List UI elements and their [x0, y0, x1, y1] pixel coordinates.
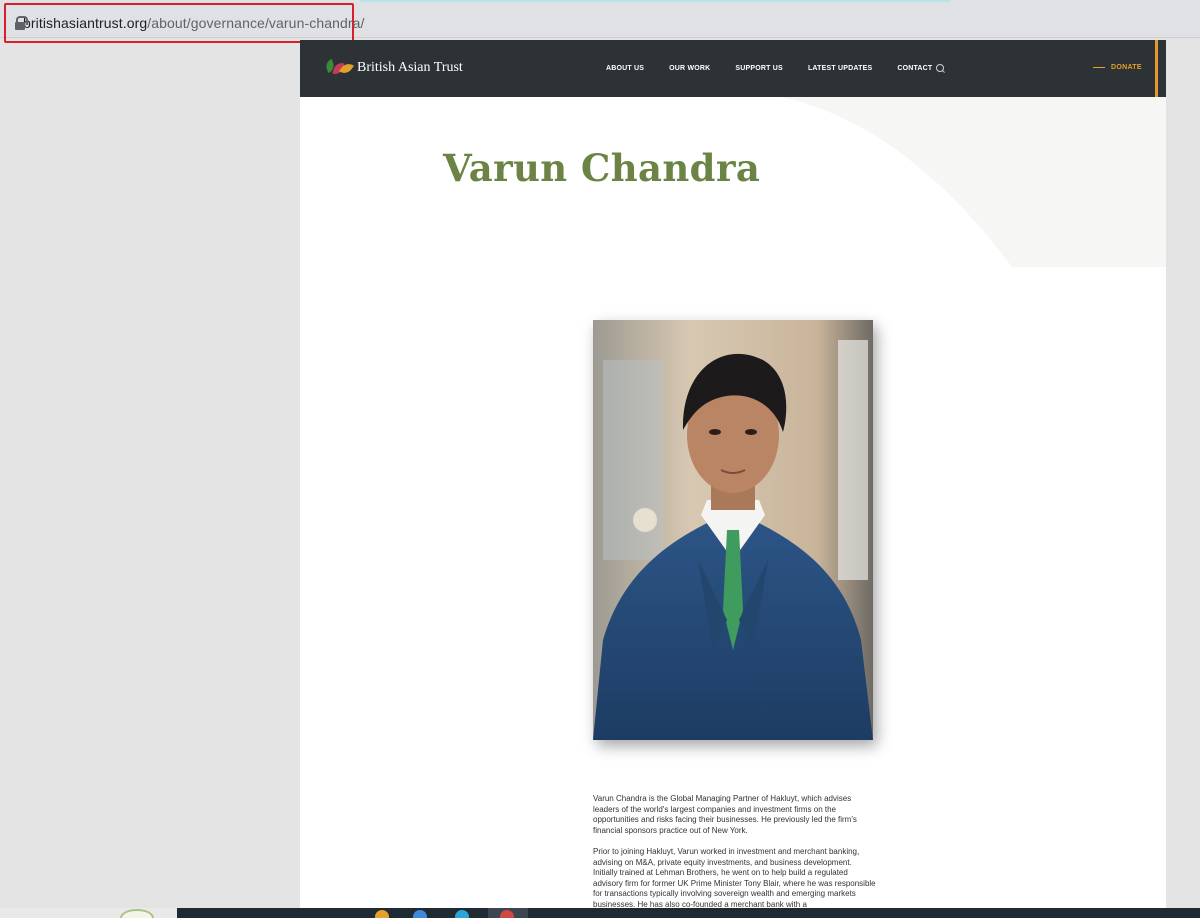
browser-icon[interactable] [455, 910, 469, 918]
donate-label: DONATE [1111, 64, 1142, 71]
nav-support-us[interactable]: SUPPORT US [735, 65, 783, 72]
bio-paragraph: Prior to joining Hakluyt, Varun worked i… [593, 847, 876, 909]
edge-icon[interactable] [413, 910, 427, 918]
nav-our-work[interactable]: OUR WORK [669, 65, 710, 72]
url-path: /about/governance/varun-chandra/ [147, 15, 365, 31]
taskbar-dark-region [177, 908, 1200, 918]
browser-address-bar: britishasiantrust.org/about/governance/v… [0, 0, 1200, 43]
tab-highlight [360, 0, 950, 2]
search-icon[interactable] [936, 64, 945, 73]
url-field[interactable]: britishasiantrust.org/about/governance/v… [4, 3, 364, 43]
header-accent-bar [1155, 40, 1158, 97]
nav-contact[interactable]: CONTACT [897, 65, 932, 72]
main-nav: ABOUT US OUR WORK SUPPORT US LATEST UPDA… [606, 65, 957, 72]
donate-button[interactable]: DONATE [1093, 64, 1142, 71]
folder-icon[interactable] [375, 910, 389, 918]
bio-text: Varun Chandra is the Global Managing Par… [593, 794, 878, 918]
nav-latest-updates[interactable]: LATEST UPDATES [808, 65, 872, 72]
webpage: British Asian Trust ABOUT US OUR WORK SU… [300, 40, 1166, 918]
site-header: British Asian Trust ABOUT US OUR WORK SU… [300, 40, 1166, 97]
logo-text: British Asian Trust [357, 60, 463, 75]
profile-photo [593, 320, 873, 740]
url-domain: britishasiantrust.org [23, 15, 148, 31]
donate-dash [1093, 67, 1105, 68]
chrome-icon[interactable] [500, 910, 514, 918]
url-text[interactable]: britishasiantrust.org/about/governance/v… [23, 15, 365, 31]
nav-about-us[interactable]: ABOUT US [606, 65, 644, 72]
page-title: Varun Chandra [443, 146, 761, 190]
bio-paragraph: Varun Chandra is the Global Managing Par… [593, 794, 857, 835]
site-logo[interactable]: British Asian Trust [324, 58, 463, 78]
logo-leaves-icon [324, 58, 354, 78]
crest-icon[interactable] [120, 909, 154, 918]
os-taskbar [0, 908, 1200, 918]
